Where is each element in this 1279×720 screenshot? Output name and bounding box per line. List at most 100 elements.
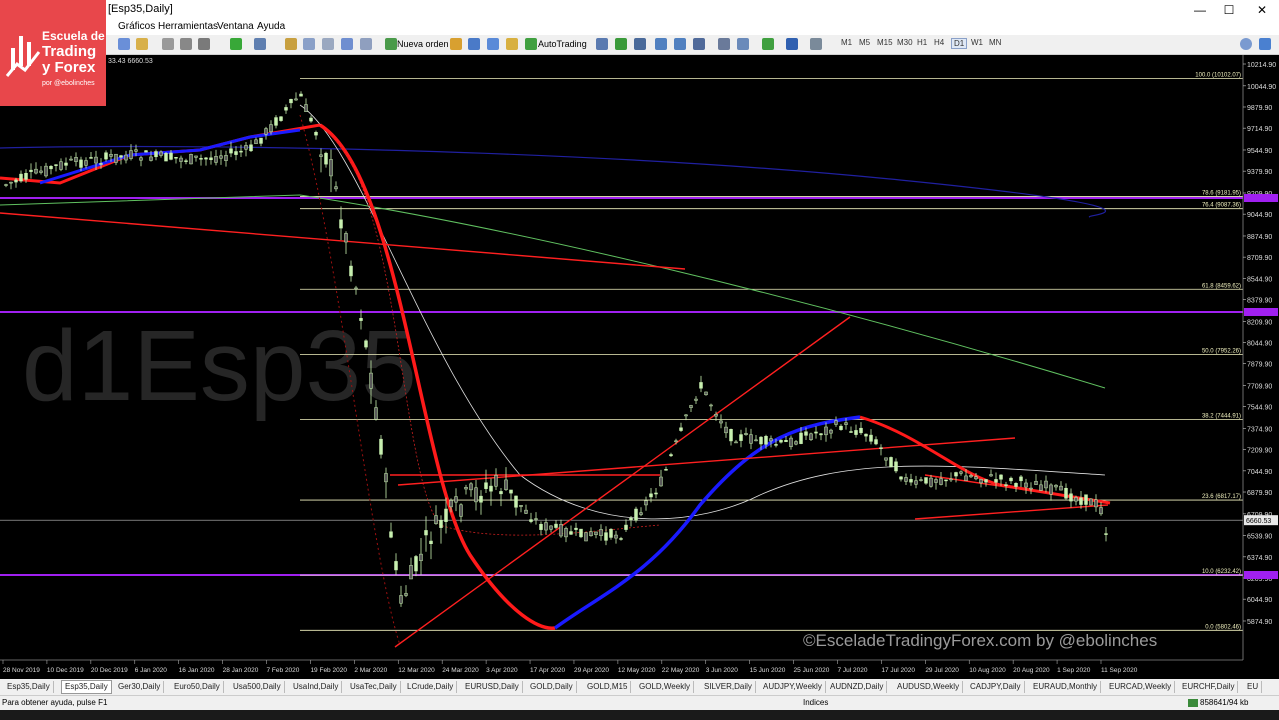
line-chart-icon[interactable] [634,38,646,50]
chart-tab-16[interactable]: CADJPY,Daily [967,681,1025,693]
menu-herramientas[interactable]: Herramientas [158,21,218,32]
cursor-icon[interactable] [303,38,315,50]
title-bar: [Esp35,Daily] — ☐ ✕ [0,0,1279,20]
timeframe-w1[interactable]: W1 [971,38,983,47]
candle-body [799,432,803,444]
chart-canvas[interactable]: d1Esp35 100.0 (10102.07) 78.6 (9181.95) 76… [0,55,1279,679]
bar-chart-icon[interactable] [596,38,608,50]
scroll-icon[interactable] [718,38,730,50]
crosshair-icon[interactable] [285,38,297,50]
chart-tab-14[interactable]: AUDNZD,Daily [827,681,888,693]
arrows-icon[interactable] [198,38,210,50]
candle-body [974,476,978,480]
text-icon[interactable] [180,38,192,50]
timeframe-h4[interactable]: H4 [934,38,944,47]
chart-tab-9[interactable]: GOLD,Daily [527,681,577,693]
chart-tab-15[interactable]: AUDUSD,Weekly [894,681,964,693]
candle-body [859,427,863,434]
price-chart[interactable]: d1Esp35 100.0 (10102.07) 78.6 (9181.95) 76… [0,55,1279,679]
timeframe-m5[interactable]: M5 [859,38,870,47]
menu-ayuda[interactable]: Ayuda [257,21,285,32]
chart-tab-7[interactable]: LCrude,Daily [404,681,458,693]
autoscroll-icon[interactable] [737,38,749,50]
candle-body [214,156,218,163]
period-icon[interactable] [341,38,353,50]
chart-tab-2[interactable]: Ger30,Daily [115,681,165,693]
candle-body [774,444,778,446]
autotrading-button[interactable]: AutoTrading [538,37,587,51]
candle-body [719,420,723,424]
chart-tab-3[interactable]: Euro50,Daily [171,681,224,693]
periods-icon[interactable] [786,38,798,50]
search-icon[interactable] [1240,38,1252,50]
signals-icon[interactable] [468,38,480,50]
candlestick-icon[interactable] [615,38,627,50]
profiles-icon[interactable] [136,38,148,50]
timeframe-m15[interactable]: M15 [877,38,893,47]
zoom-icon[interactable] [322,38,334,50]
chart-tab-18[interactable]: EURCAD,Weekly [1106,681,1176,693]
chart-tab-6[interactable]: UsaTec,Daily [347,681,401,693]
candle-body [989,474,993,477]
timeframe-m30[interactable]: M30 [897,38,913,47]
chart-tab-5[interactable]: UsaInd,Daily [290,681,343,693]
candle-body [1029,487,1033,490]
chart-tab-19[interactable]: EURCHF,Daily [1179,681,1239,693]
timeframe-d1[interactable]: D1 [951,38,968,49]
candle-body [594,531,598,535]
metaeditor-icon[interactable] [450,38,462,50]
candle-body [369,372,373,389]
templates-icon[interactable] [810,38,822,50]
date-label-3: 6 Jan 2020 [135,667,168,674]
candle-body [379,438,383,455]
chart-tab-12[interactable]: SILVER,Daily [701,681,756,693]
chart-window-icon[interactable] [254,38,266,50]
candle-body [784,440,788,443]
chart-tab-8[interactable]: EURUSD,Daily [462,681,523,693]
chart-tab-1[interactable]: Esp35,Daily [61,680,112,694]
timeframe-mn[interactable]: MN [989,38,1001,47]
timeframe-m1[interactable]: M1 [841,38,852,47]
candle-body [374,407,378,420]
candle-body [804,431,808,436]
template-icon[interactable] [360,38,372,50]
candle-body [654,492,658,495]
price-label-23: 6374.90 [1247,555,1272,562]
candle-body [459,504,463,517]
chart-tab-0[interactable]: Esp35,Daily [4,681,54,693]
candle-body [444,508,448,522]
tile-windows-icon[interactable] [693,38,705,50]
candle-body [439,520,443,528]
community-icon[interactable] [1259,38,1271,50]
new-order-icon[interactable] [385,38,397,50]
candle-body [164,152,168,162]
experts-icon[interactable] [506,38,518,50]
chart-tab-10[interactable]: GOLD,M15 [584,681,632,693]
timeframe-h1[interactable]: H1 [917,38,927,47]
zoom-in-icon[interactable] [655,38,667,50]
price-label-10: 8544.90 [1247,276,1272,283]
chart-tab-4[interactable]: Usa500,Daily [230,681,285,693]
close-button[interactable]: ✕ [1245,0,1279,20]
menu-ventana[interactable]: Ventana [217,21,254,32]
market-icon[interactable] [487,38,499,50]
chart-tab-17[interactable]: EURAUD,Monthly [1030,681,1102,693]
candle-body [709,404,713,407]
new-chart-icon[interactable] [118,38,130,50]
candle-body [944,479,948,482]
font-icon[interactable] [162,38,174,50]
chart-tab-13[interactable]: AUDJPY,Weekly [760,681,826,693]
zoom-out-icon[interactable] [674,38,686,50]
candle-body [1019,476,1023,482]
add-indicator-icon[interactable] [230,38,242,50]
indicators-icon[interactable] [762,38,774,50]
maximize-button[interactable]: ☐ [1212,0,1246,20]
candle-body [874,439,878,445]
chart-tab-20[interactable]: EU [1244,681,1263,693]
autotrading-icon[interactable] [525,38,537,50]
date-label-4: 16 Jan 2020 [179,667,215,674]
status-profile[interactable]: Indices [803,698,828,707]
menu-graficos[interactable]: Gráficos [118,21,155,32]
new-order-button[interactable]: Nueva orden [397,37,449,51]
chart-tab-11[interactable]: GOLD,Weekly [636,681,694,693]
